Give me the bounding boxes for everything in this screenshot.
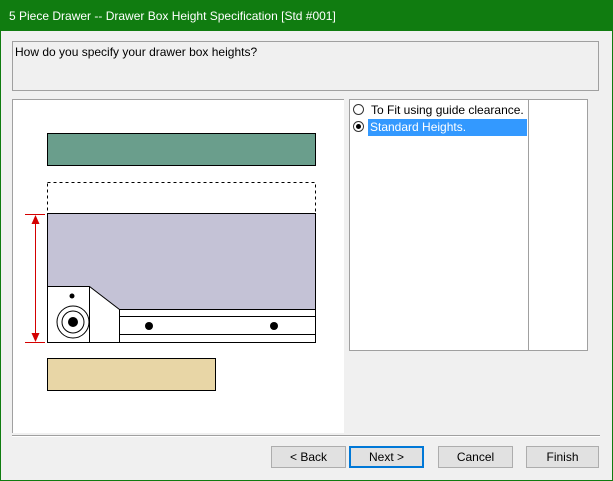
option-label: To Fit using guide clearance.	[371, 103, 524, 117]
finish-button[interactable]: Finish	[526, 446, 599, 468]
question-text: How do you specify your drawer box heigh…	[15, 45, 258, 59]
drawer-bottom-panel	[47, 358, 216, 391]
roller-wheel-hub	[68, 317, 78, 327]
option-label: Standard Heights.	[368, 119, 527, 136]
clearance-outline	[47, 182, 316, 214]
height-dimension-arrow	[25, 214, 45, 343]
question-box: How do you specify your drawer box heigh…	[12, 41, 599, 91]
radio-button[interactable]	[353, 104, 364, 115]
rail-screw-hole	[145, 322, 153, 330]
back-button[interactable]: < Back	[271, 446, 346, 468]
radio-dot-icon	[356, 124, 361, 129]
separator	[12, 435, 600, 437]
radio-button-selected[interactable]	[353, 121, 364, 132]
option-standard-heights[interactable]: Standard Heights.	[352, 119, 527, 136]
drawer-front-panel	[47, 133, 316, 166]
title-bar[interactable]: 5 Piece Drawer -- Drawer Box Height Spec…	[1, 1, 612, 31]
height-method-list[interactable]: To Fit using guide clearance. Standard H…	[349, 99, 528, 351]
option-to-fit[interactable]: To Fit using guide clearance.	[352, 102, 527, 119]
wizard-window: 5 Piece Drawer -- Drawer Box Height Spec…	[0, 0, 613, 481]
cancel-button[interactable]: Cancel	[438, 446, 513, 468]
window-title: 5 Piece Drawer -- Drawer Box Height Spec…	[9, 9, 336, 23]
drawer-height-diagram	[25, 133, 316, 391]
rail-screw-hole	[270, 322, 278, 330]
diagram-panel	[12, 99, 344, 433]
roller-pin	[69, 293, 75, 299]
options-side-panel	[528, 99, 588, 351]
next-button[interactable]: Next >	[349, 446, 424, 468]
